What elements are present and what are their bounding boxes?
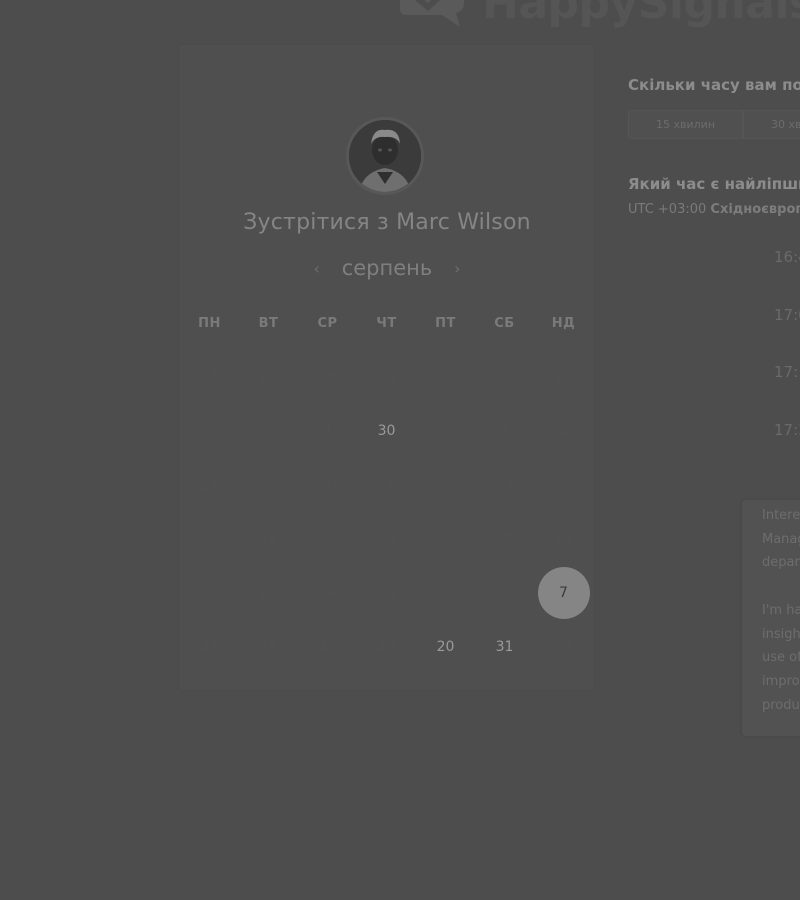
brand-name: HappySignals (482, 0, 800, 29)
calendar-day: 3 (441, 585, 450, 601)
about-paragraph-1: Interested in Management department (762, 504, 800, 575)
weekday-label: СР (317, 316, 338, 331)
calendar-day: 8 (559, 423, 568, 439)
calendar-day: 29 (318, 639, 337, 655)
calendar-days-grid: 27 28 29 28 28 28 28 2 3 4 30 6 7 8 24 9 10 11 12 13 8 13 14 15… (180, 350, 594, 674)
about-line: improve (762, 674, 800, 690)
calendar-day: 29 (554, 639, 573, 655)
time-slot-list: 16:45 17:00 17:15 17:30 (774, 248, 800, 478)
time-slot[interactable]: 17:00 (774, 306, 800, 364)
about-line: use of (762, 650, 800, 666)
calendar-day: 17 (436, 531, 455, 547)
calendar-day: 12 (436, 477, 455, 493)
duration-option-15[interactable]: 15 хвилин (628, 110, 744, 139)
about-line: products (762, 697, 800, 713)
time-slot[interactable]: 17:30 (774, 421, 800, 479)
calendar-day: 29 (377, 639, 396, 655)
meeting-title: Зустрітися з Marc Wilson (243, 210, 531, 235)
person-avatar-icon (349, 120, 421, 192)
calendar-day: 4 (323, 423, 332, 439)
calendar-day: 29 (318, 369, 337, 385)
calendar-day: 3 (264, 423, 273, 439)
calendar-day[interactable]: 31 (475, 620, 534, 674)
about-paragraph-2: I'm happy insights use of improve produc… (762, 599, 800, 718)
weekday-header: ПН ВТ СР ЧТ ПТ СБ НД (180, 316, 594, 331)
calendar-day: 6 (441, 423, 450, 439)
brand-header: HappySignals (398, 0, 800, 29)
chevron-left-icon[interactable]: ‹ (310, 259, 324, 278)
duration-question: Скільки часу вам потрібно? (628, 76, 800, 94)
weekday-label: ПТ (435, 316, 456, 331)
calendar-day[interactable]: 30 (357, 404, 416, 458)
calendar-day: 14 (259, 531, 278, 547)
calendar-day: 13 (495, 477, 514, 493)
calendar-day: 28 (318, 585, 337, 601)
calendar-day: 28 (377, 585, 396, 601)
calendar-day: 28 (259, 585, 278, 601)
month-navigation: ‹ серпень › (180, 256, 594, 280)
weekday-label: ПН (198, 316, 221, 331)
calendar-day: 28 (259, 369, 278, 385)
about-line: Interested in (762, 508, 800, 523)
avatar (346, 117, 424, 195)
calendar-day: 8 (559, 477, 568, 493)
weekday-label: ВТ (258, 316, 279, 331)
calendar-day: 21 (200, 585, 219, 601)
calendar-day: 2 (205, 423, 214, 439)
about-line: insights (762, 626, 800, 642)
calendar-day-selected[interactable]: 7 (534, 566, 593, 620)
calendar-day: 28 (495, 369, 514, 385)
time-slot[interactable]: 17:15 (774, 363, 800, 421)
booking-page: HappySignals Зустрітися з Marc Wilson ‹ … (0, 0, 800, 900)
calendar-day: 19 (554, 531, 573, 547)
calendar-day: 28 (436, 369, 455, 385)
duration-options: 15 хвилин 30 хвилин (628, 110, 800, 139)
calendar-day: 16 (377, 531, 396, 547)
timezone-label[interactable]: UTC +03:00 Східноєвропейський час (628, 202, 800, 217)
calendar-day: 7 (500, 423, 509, 439)
calendar-day: 28 (495, 585, 514, 601)
day-number: 7 (559, 585, 568, 601)
weekday-label: НД (551, 316, 576, 331)
calendar-day: 28 (259, 639, 278, 655)
about-line: I'm happy (762, 603, 800, 618)
calendar-day: 24 (200, 477, 219, 493)
about-line: Management (762, 531, 800, 547)
speech-bubble-check-icon (400, 0, 464, 27)
calendar-day: 10 (318, 477, 337, 493)
weekday-label: ЧТ (376, 316, 397, 331)
calendar-day: 13 (200, 531, 219, 547)
calendar-day: 15 (318, 531, 337, 547)
calendar-day: 28 (554, 369, 573, 385)
duration-option-30[interactable]: 30 хвилин (743, 110, 800, 139)
time-slot[interactable]: 16:45 (774, 248, 800, 306)
weekday-label: СБ (494, 316, 515, 331)
calendar-day: 18 (495, 531, 514, 547)
calendar-day[interactable]: 20 (416, 620, 475, 674)
calendar-day: 27 (200, 369, 219, 385)
calendar-day: 28 (377, 369, 396, 385)
about-line: department (762, 555, 800, 571)
calendar-day: 27 (200, 639, 219, 655)
calendar-day: 9 (264, 477, 273, 493)
timezone-offset: UTC +03:00 (628, 202, 707, 217)
month-label: серпень (341, 256, 433, 280)
chevron-right-icon[interactable]: › (450, 259, 464, 278)
calendar-day: 11 (377, 477, 396, 493)
time-question: Який час є найліпшим? (628, 175, 800, 193)
timezone-name: Східноєвропейський час (710, 202, 800, 217)
